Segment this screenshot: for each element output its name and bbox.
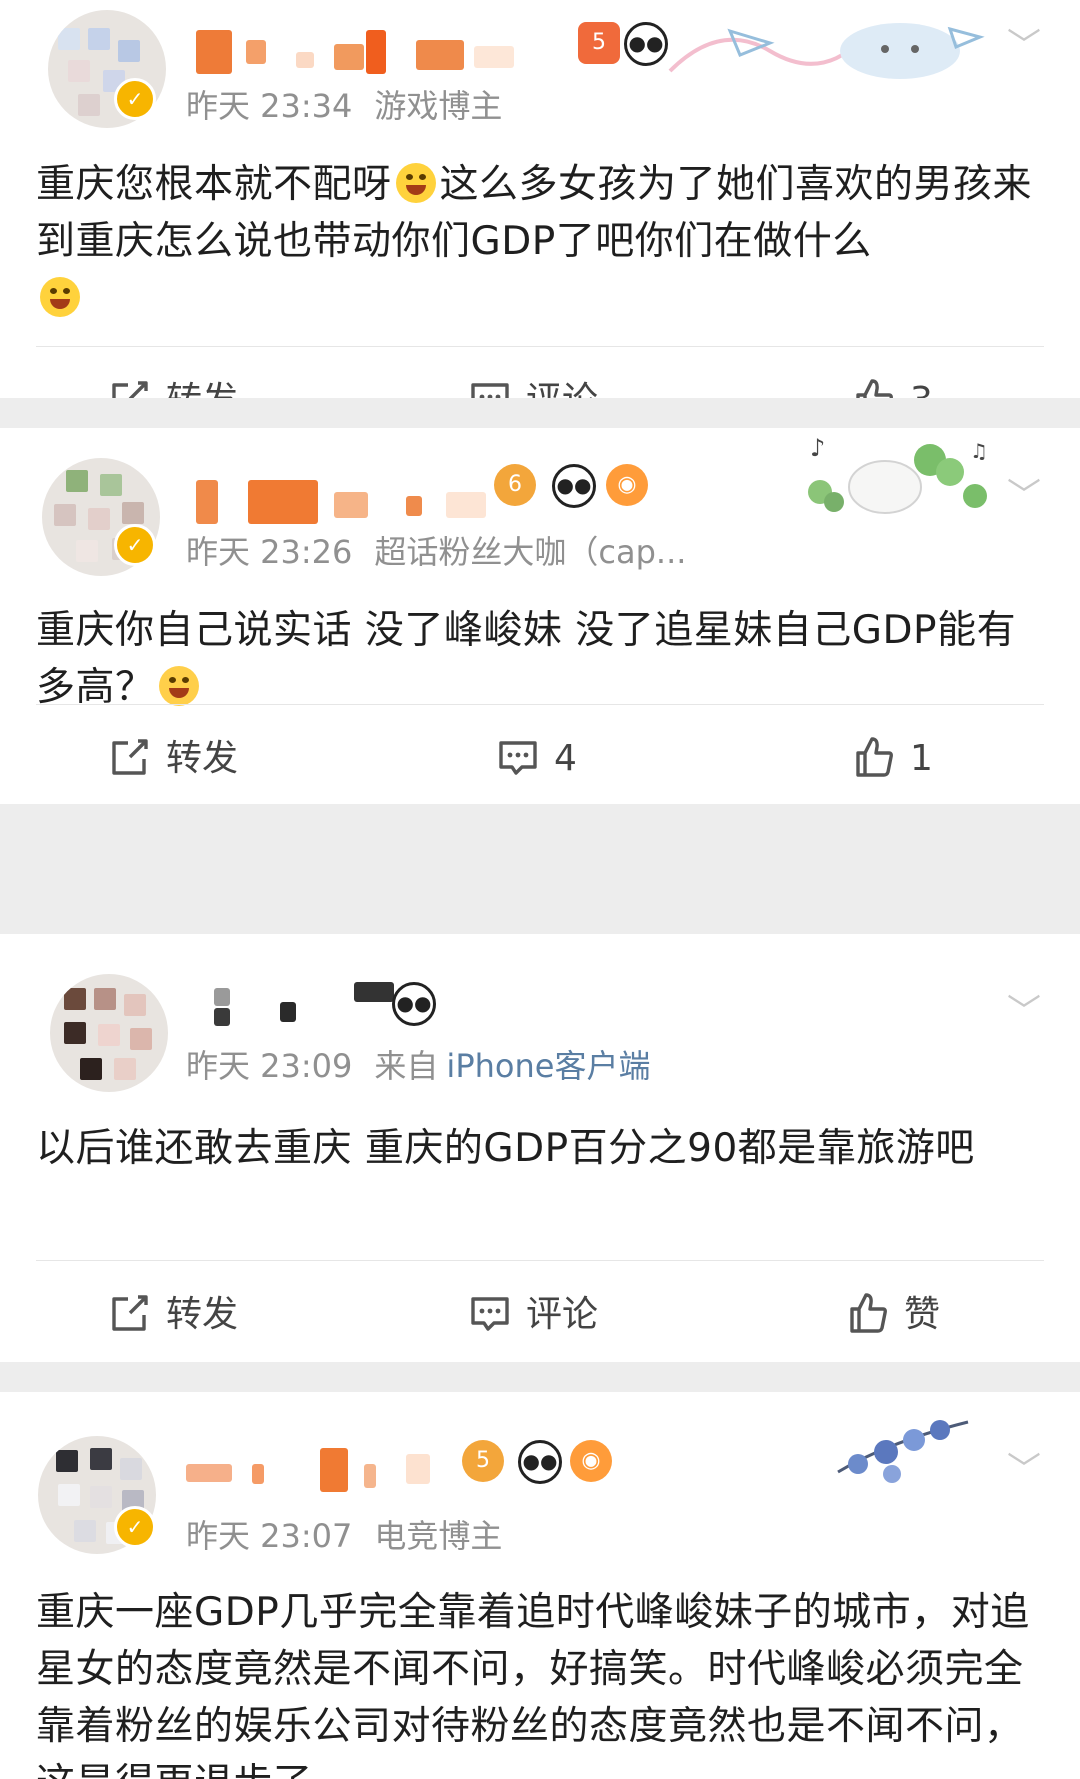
comment-button[interactable]: 4 xyxy=(496,734,577,784)
level-badge-icon: 5 xyxy=(578,22,620,64)
chevron-down-icon[interactable]: ﹀ xyxy=(1004,992,1044,1032)
comment-text: 重庆您根本就不配呀 这么多女孩为了她们喜欢的男孩来到重庆怎么说也带动你们GDP了吧… xyxy=(36,156,1046,327)
divider xyxy=(36,1260,1044,1261)
post-meta: 昨天 23:09 来自 iPhone客户端 xyxy=(186,1046,650,1086)
repost-button[interactable]: 转发 xyxy=(108,376,238,398)
laugh-cry-emoji-icon xyxy=(40,277,80,317)
user-tag: 电竞博主 xyxy=(374,1517,503,1555)
thumbs-up-icon xyxy=(850,1293,887,1333)
post-time: 昨天 23:34 xyxy=(186,87,353,125)
avatar[interactable] xyxy=(50,974,168,1092)
post-meta: 昨天 23:07 电竞博主 xyxy=(186,1516,502,1556)
panda-badge-icon: ●● xyxy=(552,464,596,508)
verified-badge-icon: ✓ xyxy=(114,1506,156,1548)
fish-badge-icon: ◉ xyxy=(570,1440,612,1482)
laugh-cry-emoji-icon xyxy=(395,163,436,203)
comment-text: 重庆你自己说实话 没了峰峻妹 没了追星妹自己GDP能有多高？ xyxy=(36,608,1017,710)
nickname-redacted[interactable] xyxy=(196,30,516,74)
post-time: 昨天 23:09 xyxy=(186,1047,353,1085)
chevron-down-icon[interactable]: ﹀ xyxy=(1004,1450,1044,1490)
sticker-decoration-icon xyxy=(668,23,985,79)
divider xyxy=(36,346,1044,347)
thumbs-up-icon xyxy=(856,737,893,777)
thumbs-up-icon xyxy=(856,379,893,398)
fish-badge-icon: ◉ xyxy=(606,464,648,506)
crown-badge-icon: 6 xyxy=(494,464,536,506)
repost-icon xyxy=(112,381,148,398)
nickname-redacted[interactable] xyxy=(196,480,496,524)
comment-icon xyxy=(471,383,509,398)
divider xyxy=(36,704,1044,705)
comment-card: ●● ﹀ 昨天 23:09 来自 iPhone客户端 以后谁还敢去重庆 重庆的GDP… xyxy=(0,934,1080,1362)
post-time: 昨天 23:26 xyxy=(186,533,353,571)
chevron-down-icon[interactable]: ﹀ xyxy=(1004,26,1044,66)
user-tag: 游戏博主 xyxy=(374,87,503,125)
comment-text: 以后谁还敢去重庆 重庆的GDP百分之90都是靠旅游吧 xyxy=(36,1126,975,1171)
crown-badge-icon: 5 xyxy=(462,1440,504,1482)
post-time: 昨天 23:07 xyxy=(186,1517,353,1555)
chevron-down-icon[interactable]: ﹀ xyxy=(1004,476,1044,516)
verified-badge-icon: ✓ xyxy=(114,78,156,120)
blue-flower-sticker-icon xyxy=(837,1420,969,1483)
svg-text:♫: ♫ xyxy=(970,439,988,463)
source-label: 来自 xyxy=(374,1047,439,1085)
comment-button[interactable]: 评论 xyxy=(468,1290,598,1340)
repost-button[interactable]: 转发 xyxy=(108,734,238,784)
cat-laugh-emoji-icon xyxy=(158,666,199,706)
repost-button[interactable]: 转发 xyxy=(108,1290,238,1340)
comment-icon xyxy=(499,741,537,775)
clover-sticker-icon: ♪ ♫ xyxy=(808,434,988,514)
repost-icon xyxy=(112,739,148,775)
repost-icon xyxy=(112,1295,148,1331)
comment-text: 重庆一座GDP几乎完全靠着追时代峰峻妹子的城市，对追星女的态度竟然是不闻不问，好… xyxy=(36,1590,1030,1779)
post-meta: 昨天 23:26 超话粉丝大咖（cap... xyxy=(186,532,686,572)
nickname-redacted[interactable] xyxy=(208,982,408,1026)
comment-icon xyxy=(471,1297,509,1331)
comment-card: ✓ 6 ●● ◉ ♪ ♫ ﹀ 昨天 23:26 超话粉丝大咖（cap... 重庆你… xyxy=(0,428,1080,804)
like-button[interactable]: 3 xyxy=(852,376,933,398)
like-button[interactable]: 1 xyxy=(852,734,933,784)
user-tag: 超话粉丝大咖（cap... xyxy=(374,533,687,571)
verified-badge-icon: ✓ xyxy=(114,524,156,566)
comment-button[interactable]: 评论 xyxy=(468,376,598,398)
nickname-redacted[interactable] xyxy=(186,1448,446,1492)
panda-badge-icon: ●● xyxy=(518,1440,562,1484)
comment-card: ✓ 5 ●● ◉ ﹀ 昨天 23:07 电竞博主 重庆一座GDP几乎完全靠着追时代… xyxy=(0,1392,1080,1779)
comment-card: ✓ 5 ●● ﹀ 昨天 23:34 游戏博主 重庆您根本就不配呀 这么多女孩为了她们… xyxy=(0,0,1080,398)
svg-text:♪: ♪ xyxy=(810,434,825,462)
source-link[interactable]: iPhone客户端 xyxy=(446,1047,650,1085)
like-button[interactable]: 赞 xyxy=(846,1290,940,1340)
panda-badge-icon: ●● xyxy=(392,982,436,1026)
post-meta: 昨天 23:34 游戏博主 xyxy=(186,86,502,126)
